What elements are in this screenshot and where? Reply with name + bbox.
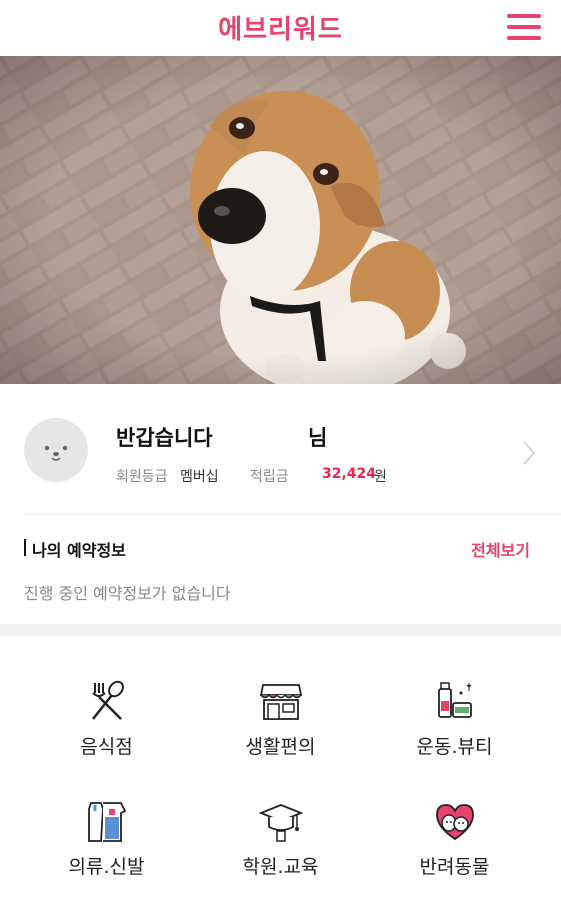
category-label: 생활편의 (245, 736, 316, 758)
member-grade-value: 멤버십 (180, 469, 219, 485)
seal-avatar-icon (44, 445, 68, 461)
app-title: 에브리워드 (218, 15, 343, 45)
category-label: 의류.신발 (68, 856, 145, 878)
category-label: 음식점 (80, 736, 133, 758)
category-fitness-beauty[interactable]: 운동.뷰티 (361, 676, 548, 796)
member-grade-label: 회원등급 (116, 469, 168, 485)
app-header: 에브리워드 (0, 0, 561, 55)
cosmetics-icon (438, 682, 472, 718)
divider (24, 514, 561, 515)
category-clothing-shoes[interactable]: 의류.신발 (13, 796, 200, 916)
avatar (24, 418, 88, 482)
points-unit: 원 (374, 469, 387, 485)
category-convenience[interactable]: 생활편의 (187, 676, 374, 796)
greeting-suffix: 님 (308, 426, 328, 450)
category-label: 반려동물 (419, 856, 490, 878)
storefront-icon (259, 684, 303, 720)
pet-heart-icon (436, 804, 474, 841)
category-pets[interactable]: 반려동물 (361, 796, 548, 916)
points-value: 32,424 (322, 466, 377, 482)
view-all-link[interactable]: 전체보기 (471, 537, 530, 561)
hero-banner-image[interactable] (0, 56, 561, 384)
section-separator (0, 624, 561, 636)
fork-spoon-icon (92, 680, 124, 720)
category-label: 학원.교육 (242, 856, 319, 878)
clothing-icon (88, 802, 127, 842)
graduation-cap-icon (259, 804, 303, 842)
reservation-empty-text: 진행 중인 예약정보가 없습니다 (24, 584, 231, 603)
greeting-text: 반갑습니다 (116, 426, 213, 450)
category-grid: 음식점 생활편의 운동.뷰티 의류.신발 학원.교육 반려동물 (0, 636, 561, 900)
beagle-dog-photo (0, 56, 561, 384)
profile-card[interactable] (0, 384, 561, 514)
category-restaurant[interactable]: 음식점 (13, 676, 200, 796)
chevron-right-icon[interactable] (522, 440, 536, 466)
category-label: 운동.뷰티 (416, 736, 493, 758)
hamburger-menu-icon[interactable] (507, 14, 541, 40)
category-academy-education[interactable]: 학원.교육 (187, 796, 374, 916)
points-label: 적립금 (250, 469, 289, 485)
reservation-title: 나의 예약정보 (32, 541, 126, 560)
